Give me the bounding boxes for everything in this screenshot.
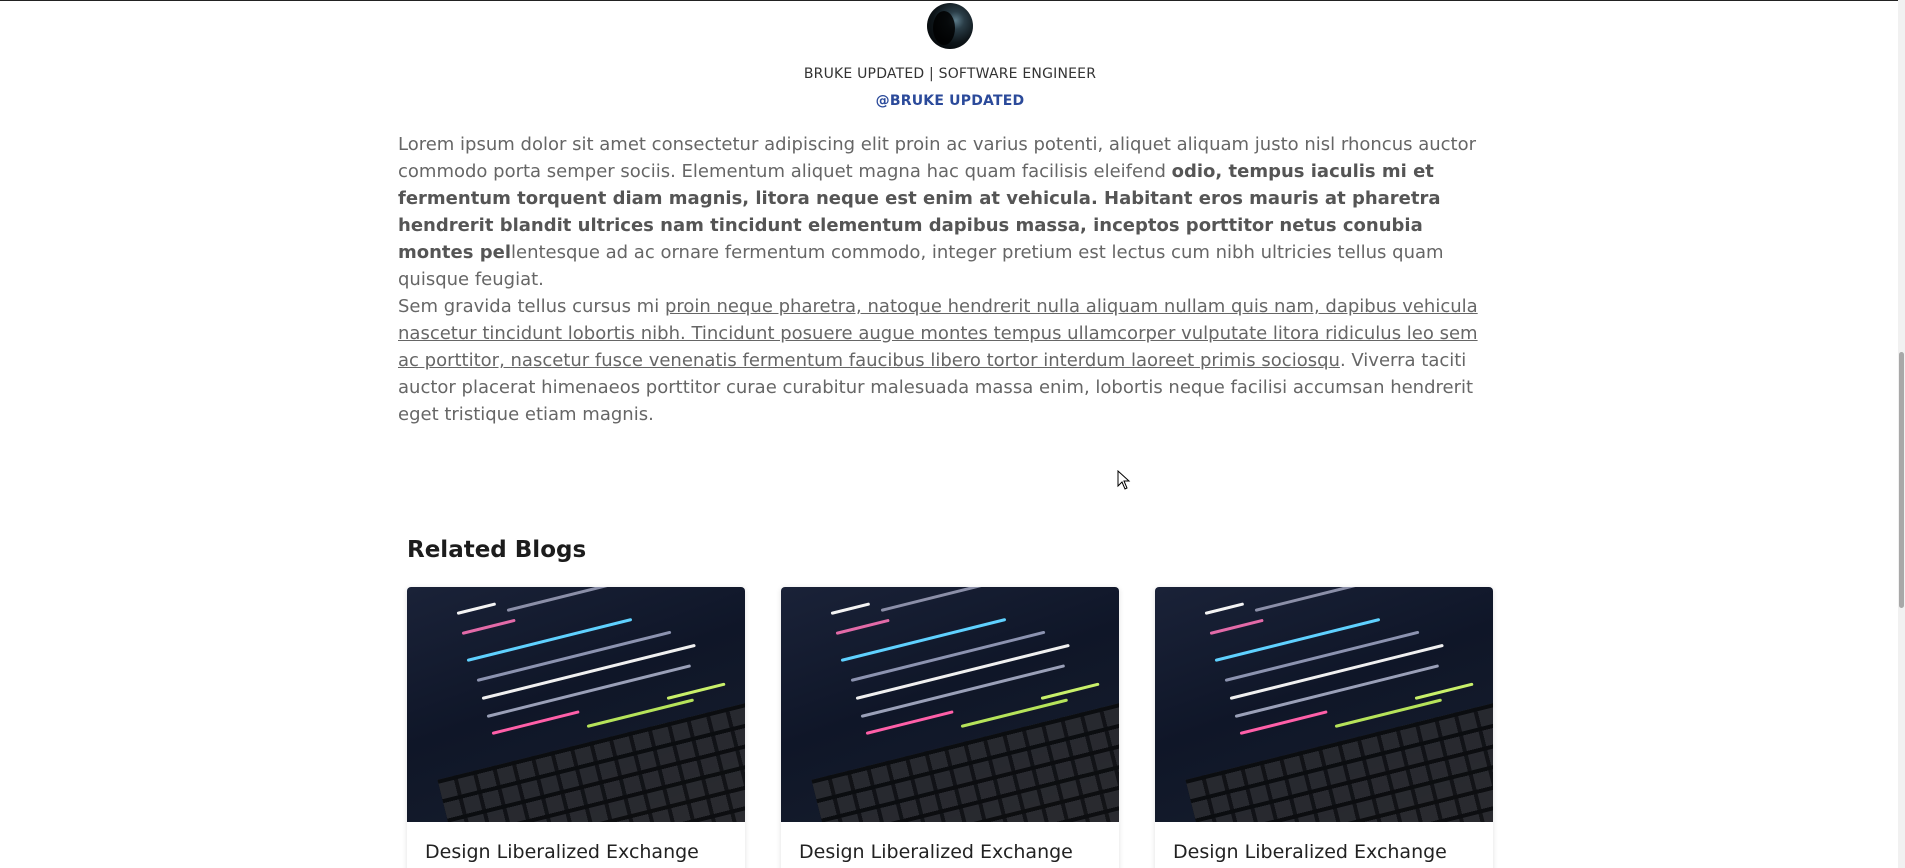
paragraph-1-tail-text: lentesque ad ac ornare fermentum commodo… xyxy=(398,242,1444,290)
blog-thumbnail-image xyxy=(407,587,745,822)
paragraph-2-text: Sem gravida tellus cursus mi xyxy=(398,296,665,317)
related-blog-card[interactable]: Design Liberalized Exchange xyxy=(407,587,745,868)
author-name-role: BRUKE UPDATED | SOFTWARE ENGINEER xyxy=(803,66,1097,82)
blog-thumbnail-image xyxy=(1155,587,1493,822)
related-blog-card[interactable]: Design Liberalized Exchange xyxy=(781,587,1119,868)
blog-card-title[interactable]: Design Liberalized Exchange xyxy=(781,822,1119,863)
article-paragraph-1: Lorem ipsum dolor sit amet consectetur a… xyxy=(398,131,1498,293)
mouse-cursor-icon xyxy=(1117,470,1131,490)
blog-thumbnail-image xyxy=(781,587,1119,822)
blog-post-page: BRUKE UPDATED | SOFTWARE ENGINEER @BRUKE… xyxy=(0,0,1905,868)
related-blogs-heading: Related Blogs xyxy=(407,537,587,563)
related-blog-card[interactable]: Design Liberalized Exchange xyxy=(1155,587,1493,868)
page-scrollbar-thumb[interactable] xyxy=(1899,352,1904,608)
blog-card-title[interactable]: Design Liberalized Exchange xyxy=(1155,822,1493,863)
blog-card-title[interactable]: Design Liberalized Exchange xyxy=(407,822,745,863)
author-handle-link[interactable]: @BRUKE UPDATED xyxy=(0,93,1900,109)
top-divider xyxy=(0,0,1905,1)
article-paragraph-2: Sem gravida tellus cursus mi proin neque… xyxy=(398,293,1498,428)
author-avatar[interactable] xyxy=(927,3,973,49)
article-body: Lorem ipsum dolor sit amet consectetur a… xyxy=(398,131,1498,428)
